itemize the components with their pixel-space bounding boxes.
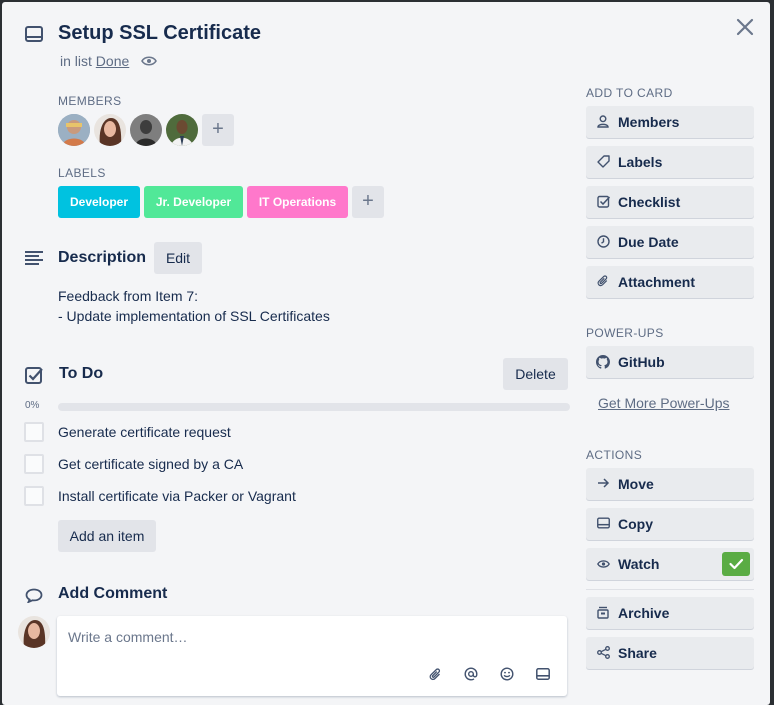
- edit-description-button[interactable]: Edit: [154, 242, 202, 274]
- card-icon: [597, 517, 610, 529]
- watch-active-badge: [722, 552, 750, 576]
- description-text[interactable]: Feedback from Item 7: - Update implement…: [58, 286, 330, 326]
- sidebar-button-label: Share: [618, 645, 657, 661]
- current-user-avatar: [18, 616, 50, 648]
- close-icon[interactable]: [736, 18, 754, 36]
- sidebar-labels-button[interactable]: Labels: [586, 146, 754, 178]
- sidebar-button-label: Members: [618, 114, 680, 130]
- paperclip-icon: [597, 275, 608, 287]
- description-icon: [25, 251, 43, 265]
- delete-checklist-button[interactable]: Delete: [503, 358, 568, 390]
- get-more-powerups-link[interactable]: Get More Power-Ups: [598, 395, 729, 411]
- member-avatar[interactable]: [94, 114, 126, 146]
- add-member-button[interactable]: +: [202, 114, 234, 146]
- sidebar-button-label: Copy: [618, 516, 653, 532]
- checklist-item-text[interactable]: Install certificate via Packer or Vagran…: [58, 488, 296, 504]
- sidebar-github-button[interactable]: GitHub: [586, 346, 754, 378]
- arrow-right-icon: [598, 478, 610, 488]
- in-list-prefix: in list: [60, 53, 92, 69]
- eye-icon: [141, 56, 157, 66]
- add-item-button[interactable]: Add an item: [58, 520, 156, 552]
- card-attach-icon[interactable]: [536, 668, 550, 680]
- person-icon: [597, 115, 609, 128]
- sidebar-button-label: Checklist: [618, 194, 681, 210]
- card-icon: [25, 26, 43, 42]
- label-it-operations[interactable]: IT Operations: [247, 186, 348, 218]
- add-to-card-label: ADD TO CARD: [586, 86, 673, 100]
- sidebar-button-label: Labels: [618, 154, 663, 170]
- list-link[interactable]: Done: [96, 53, 129, 69]
- sidebar-button-label: Due Date: [618, 234, 679, 250]
- share-icon: [597, 646, 610, 659]
- member-avatar[interactable]: [130, 114, 162, 146]
- github-icon: [596, 355, 610, 369]
- eye-icon: [597, 560, 610, 568]
- tag-icon: [597, 155, 610, 168]
- sidebar-button-label: Attachment: [618, 274, 696, 290]
- progress-percent: 0%: [25, 400, 40, 411]
- description-line: - Update implementation of SSL Certifica…: [58, 308, 330, 324]
- comment-input[interactable]: Write a comment…: [57, 616, 567, 696]
- paperclip-icon[interactable]: [429, 668, 443, 682]
- members-section-label: MEMBERS: [58, 94, 122, 108]
- comment-placeholder: Write a comment…: [68, 629, 188, 645]
- checklist-item-checkbox[interactable]: [24, 486, 44, 506]
- sidebar-copy-button[interactable]: Copy: [586, 508, 754, 540]
- comment-icon: [25, 588, 43, 603]
- powerups-label: POWER-UPS: [586, 326, 664, 340]
- sidebar-move-button[interactable]: Move: [586, 468, 754, 500]
- actions-divider: [586, 589, 754, 590]
- card-title[interactable]: Setup SSL Certificate: [58, 22, 261, 45]
- checkmark-icon: [729, 558, 744, 570]
- sidebar-due-date-button[interactable]: Due Date: [586, 226, 754, 258]
- mention-icon[interactable]: [464, 667, 478, 681]
- emoji-icon[interactable]: [500, 667, 514, 681]
- archive-icon: [597, 606, 609, 619]
- card-detail-modal: Setup SSL Certificate in list Done MEMBE…: [2, 2, 770, 705]
- checklist-item-checkbox[interactable]: [24, 422, 44, 442]
- sidebar-archive-button[interactable]: Archive: [586, 597, 754, 629]
- checklist-progress-bar: [58, 403, 570, 411]
- description-line: Feedback from Item 7:: [58, 288, 199, 304]
- description-heading: Description: [58, 249, 147, 266]
- sidebar-button-label: GitHub: [618, 354, 665, 370]
- add-comment-heading: Add Comment: [58, 585, 168, 602]
- add-label-button[interactable]: +: [352, 186, 384, 218]
- sidebar-button-label: Archive: [618, 605, 670, 621]
- sidebar-attachment-button[interactable]: Attachment: [586, 266, 754, 298]
- checklist-item-checkbox[interactable]: [24, 454, 44, 474]
- sidebar-checklist-button[interactable]: Checklist: [586, 186, 754, 218]
- label-jr-developer[interactable]: Jr. Developer: [144, 186, 243, 218]
- sidebar-button-label: Move: [618, 476, 654, 492]
- checklist-icon: [25, 367, 43, 384]
- checkbox-icon: [597, 195, 610, 208]
- sidebar-watch-button[interactable]: Watch: [586, 548, 754, 580]
- actions-label: ACTIONS: [586, 448, 643, 462]
- checklist-item-text[interactable]: Generate certificate request: [58, 424, 231, 440]
- sidebar-share-button[interactable]: Share: [586, 637, 754, 669]
- in-list-info: in list Done: [60, 53, 129, 69]
- checklist-item-text[interactable]: Get certificate signed by a CA: [58, 456, 243, 472]
- labels-section-label: LABELS: [58, 166, 106, 180]
- sidebar-button-label: Watch: [618, 556, 660, 572]
- clock-icon: [597, 235, 610, 248]
- member-avatar[interactable]: [58, 114, 90, 146]
- sidebar-members-button[interactable]: Members: [586, 106, 754, 138]
- label-developer[interactable]: Developer: [58, 186, 140, 218]
- member-avatar[interactable]: [166, 114, 198, 146]
- checklist-heading[interactable]: To Do: [59, 365, 103, 383]
